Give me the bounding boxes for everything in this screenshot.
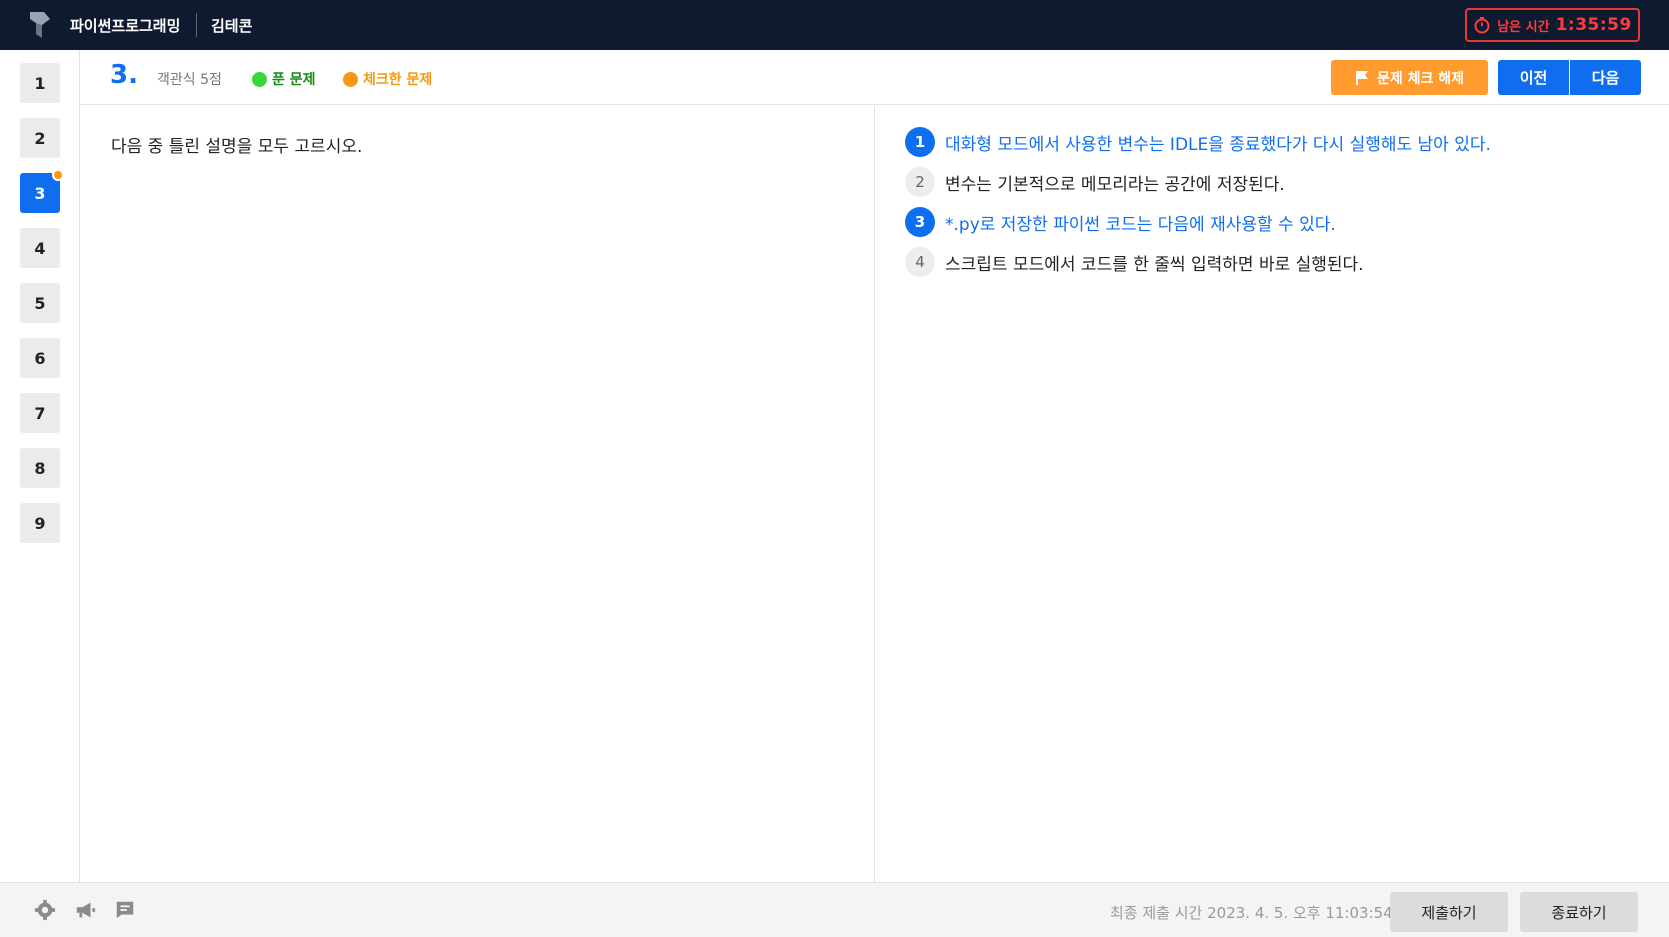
question-text: 다음 중 틀린 설명을 모두 고르시오.	[111, 137, 363, 157]
uncheck-question-label: 문제 체크 해제	[1376, 70, 1465, 87]
green-dot-icon	[252, 71, 267, 87]
question-nav-item-8[interactable]: 8	[20, 448, 60, 488]
choice-text: 대화형 모드에서 사용한 변수는 IDLE을 종료했다가 다시 실행해도 남아 …	[945, 134, 1491, 155]
submit-button[interactable]: 제출하기	[1390, 892, 1508, 932]
choices-pane: 1 대화형 모드에서 사용한 변수는 IDLE을 종료했다가 다시 실행해도 남…	[875, 106, 1669, 882]
choice-text: 변수는 기본적으로 메모리라는 공간에 저장된다.	[945, 174, 1285, 195]
question-nav-sidebar: 1 2 3 4 5 6 7 8 9	[0, 50, 80, 882]
app-title: 파이썬프로그래밍	[70, 17, 181, 35]
question-pane: 다음 중 틀린 설명을 모두 고르시오.	[80, 106, 875, 882]
end-exam-button[interactable]: 종료하기	[1520, 892, 1638, 932]
choice-number: 2	[905, 167, 935, 197]
user-name: 김테콘	[211, 17, 253, 35]
choice-2[interactable]: 2 변수는 기본적으로 메모리라는 공간에 저장된다.	[905, 167, 1285, 197]
timer-label: 남은 시간	[1497, 19, 1550, 35]
question-nav-item-5[interactable]: 5	[20, 283, 60, 323]
divider	[196, 13, 197, 37]
question-number: 3.	[110, 60, 138, 90]
question-nav-item-7[interactable]: 7	[20, 393, 60, 433]
choice-text: *.py로 저장한 파이썬 코드는 다음에 재사용할 수 있다.	[945, 214, 1336, 235]
question-nav-label: 3	[34, 183, 46, 203]
question-type-score: 객관식 5점	[157, 72, 222, 88]
legend-checked-label: 체크한 문제	[363, 72, 433, 88]
legend-solved: 푼 문제	[252, 69, 316, 89]
logo-icon	[30, 12, 50, 38]
remaining-time-box: 남은 시간 1:35:59	[1465, 8, 1640, 42]
top-bar: 파이썬프로그래밍 김테콘 남은 시간 1:35:59	[0, 0, 1669, 50]
question-nav-item-9[interactable]: 9	[20, 503, 60, 543]
choice-1[interactable]: 1 대화형 모드에서 사용한 변수는 IDLE을 종료했다가 다시 실행해도 남…	[905, 127, 1491, 157]
stopwatch-icon	[1474, 17, 1490, 34]
choice-number: 3	[905, 207, 935, 237]
question-nav-item-4[interactable]: 4	[20, 228, 60, 268]
choice-3[interactable]: 3 *.py로 저장한 파이썬 코드는 다음에 재사용할 수 있다.	[905, 207, 1336, 237]
question-nav-item-3[interactable]: 3	[20, 169, 64, 213]
question-nav-item-6[interactable]: 6	[20, 338, 60, 378]
question-nav-item-1[interactable]: 1	[20, 63, 60, 103]
prev-button[interactable]: 이전	[1498, 60, 1569, 95]
legend-solved-label: 푼 문제	[272, 72, 316, 88]
gear-icon[interactable]	[33, 899, 57, 921]
checked-dot-icon	[52, 169, 64, 181]
footer-bar: 최종 제출 시간 2023. 4. 5. 오후 11:03:54 제출하기 종료…	[0, 882, 1669, 937]
uncheck-question-button[interactable]: 문제 체크 해제	[1331, 60, 1488, 95]
legend-checked: 체크한 문제	[343, 69, 432, 89]
question-header: 3. 객관식 5점 푼 문제 체크한 문제 문제 체크 해제 이전 다음	[80, 50, 1669, 105]
chat-icon[interactable]	[113, 899, 137, 921]
timer-value: 1:35:59	[1555, 15, 1632, 35]
choice-4[interactable]: 4 스크립트 모드에서 코드를 한 줄씩 입력하면 바로 실행된다.	[905, 247, 1364, 277]
choice-number: 4	[905, 247, 935, 277]
final-submit-time: 최종 제출 시간 2023. 4. 5. 오후 11:03:54	[1110, 904, 1393, 922]
orange-dot-icon	[343, 71, 358, 87]
next-button[interactable]: 다음	[1570, 60, 1641, 95]
megaphone-icon[interactable]	[73, 899, 97, 921]
choice-number: 1	[905, 127, 935, 157]
choice-text: 스크립트 모드에서 코드를 한 줄씩 입력하면 바로 실행된다.	[945, 254, 1364, 275]
flag-icon	[1355, 70, 1368, 85]
question-nav-item-2[interactable]: 2	[20, 118, 60, 158]
